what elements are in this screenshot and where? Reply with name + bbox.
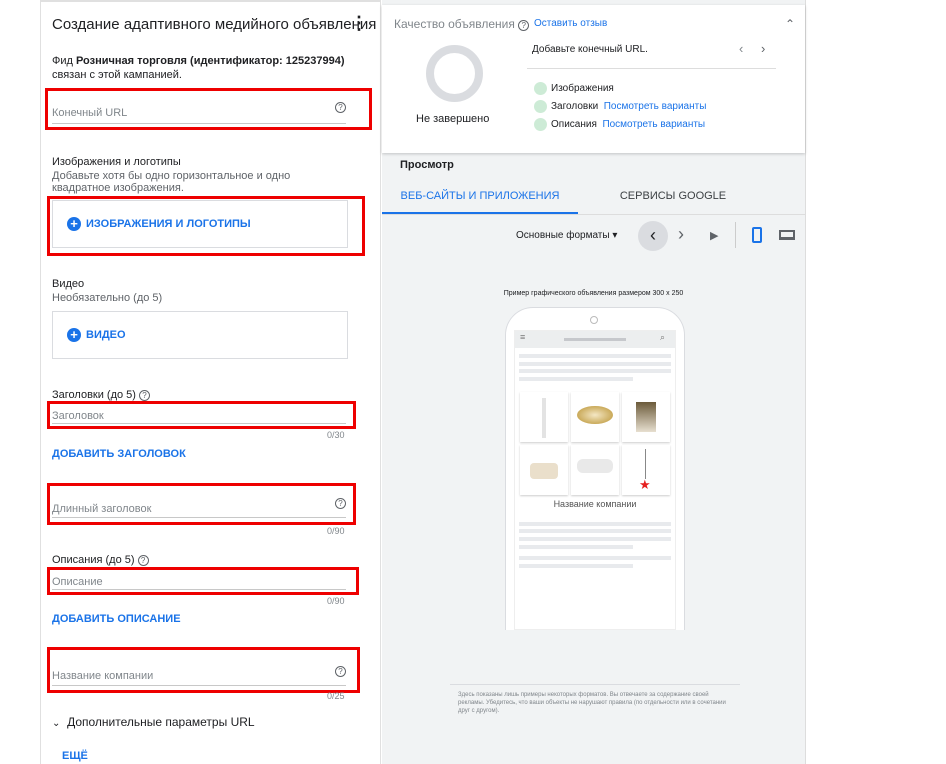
mobile-device-icon[interactable]: [752, 227, 762, 243]
preview-panel: Качество объявления ? Оставить отзыв ⌃ Н…: [382, 0, 806, 764]
status-dot-icon: [534, 117, 547, 131]
description-placeholder: Описание: [52, 576, 103, 588]
dropdown-arrow-icon: ▾: [612, 230, 618, 241]
long-headline-placeholder: Длинный заголовок: [52, 503, 152, 515]
more-button[interactable]: ЕЩЁ: [62, 750, 88, 762]
preview-title: Просмотр: [400, 159, 454, 171]
images-label: Изображения и логотипы: [52, 156, 181, 168]
status-dot-icon: [534, 99, 547, 113]
headline-count: 0/30: [327, 430, 345, 440]
description-count: 0/90: [327, 596, 345, 606]
help-icon[interactable]: ?: [335, 498, 346, 509]
product-image-wall-lamp: [571, 445, 619, 495]
quality-items: Изображения Заголовки Посмотреть вариант…: [534, 80, 706, 134]
mock-url-bar: [564, 338, 626, 341]
add-video-button[interactable]: + ВИДЕО: [52, 311, 348, 359]
add-video-label: ВИДЕО: [86, 328, 126, 341]
video-label: Видео: [52, 278, 85, 290]
product-image-track-light: [520, 392, 568, 442]
divider: [382, 214, 805, 215]
business-name-placeholder: Название компании: [52, 670, 154, 682]
help-icon[interactable]: ?: [137, 555, 149, 566]
business-name-input[interactable]: Название компании ?: [52, 664, 346, 686]
collapse-chevron-icon[interactable]: ⌃: [785, 17, 795, 31]
view-options-link[interactable]: Посмотреть варианты: [602, 119, 705, 130]
images-hint: Добавьте хотя бы одно горизонтальное и о…: [52, 170, 291, 194]
view-options-link[interactable]: Посмотреть варианты: [604, 101, 707, 112]
headline-input[interactable]: Заголовок: [52, 406, 346, 424]
preview-disclaimer: Здесь показаны лишь примеры некоторых фо…: [458, 692, 726, 714]
preview-caption: Пример графического объявления размером …: [503, 290, 684, 297]
quality-status: Не завершено: [416, 113, 490, 125]
add-description-button[interactable]: ДОБАВИТЬ ОПИСАНИЕ: [52, 613, 181, 625]
add-images-label: ИЗОБРАЖЕНИЯ И ЛОГОТИПЫ: [86, 217, 251, 230]
business-name-count: 0/25: [327, 691, 345, 701]
quality-ring: [426, 45, 483, 102]
desktop-device-icon[interactable]: [779, 230, 795, 240]
mock-toolbar: ≡ ⌕: [515, 331, 675, 348]
help-icon[interactable]: ?: [335, 102, 346, 113]
long-headline-count: 0/90: [327, 526, 345, 536]
url-options-toggle[interactable]: ⌄ Дополнительные параметры URL: [52, 715, 255, 729]
add-images-button[interactable]: + ИЗОБРАЖЕНИЯ И ЛОГОТИПЫ: [52, 200, 348, 248]
url-options-label: Дополнительные параметры URL: [67, 715, 255, 729]
quality-item-headlines: Заголовки Посмотреть варианты: [534, 98, 706, 116]
product-image-crystal-chandelier: [622, 392, 670, 442]
help-icon[interactable]: ?: [139, 390, 151, 401]
tab-google-services[interactable]: СЕРВИСЫ GOOGLE: [578, 180, 768, 214]
help-icon[interactable]: ?: [518, 20, 530, 31]
chevron-down-icon: ⌄: [52, 718, 61, 729]
phone-camera: [590, 316, 598, 324]
headlines-label: Заголовки (до 5) ?: [52, 389, 151, 401]
product-image-ceiling-lamp: [571, 392, 619, 442]
form-title: Создание адаптивного медийного объявлени…: [52, 16, 377, 33]
search-icon: ⌕: [660, 332, 666, 342]
status-dot-icon: [534, 81, 547, 95]
quality-title: Качество объявления ?: [394, 17, 530, 31]
tab-websites-apps[interactable]: ВЕБ-САЙТЫ И ПРИЛОЖЕНИЯ: [382, 180, 578, 214]
description-input[interactable]: Описание: [52, 572, 346, 590]
headline-placeholder: Заголовок: [52, 410, 104, 422]
more-options-icon[interactable]: ⋮: [350, 14, 368, 32]
chevron-left-icon[interactable]: ‹: [739, 41, 743, 56]
quality-card: Качество объявления ? Оставить отзыв ⌃ Н…: [382, 5, 805, 153]
quality-item-descriptions: Описания Посмотреть варианты: [534, 116, 706, 134]
product-image-chandelier: [520, 445, 568, 495]
play-icon[interactable]: ▶: [710, 229, 718, 242]
format-label: Основные форматы: [516, 230, 610, 241]
prev-format-button[interactable]: ‹: [638, 221, 668, 251]
final-url-placeholder: Конечный URL: [52, 107, 128, 119]
help-icon[interactable]: ?: [335, 666, 346, 677]
final-url-input[interactable]: Конечный URL ?: [52, 102, 346, 124]
divider: [735, 222, 736, 248]
phone-screen: ≡ ⌕ ★ Название компании: [514, 330, 676, 630]
chevron-right-icon[interactable]: ›: [761, 41, 765, 56]
format-dropdown[interactable]: Основные форматы ▾: [516, 230, 617, 241]
descriptions-label: Описания (до 5) ?: [52, 554, 149, 566]
quality-item-images: Изображения: [534, 80, 706, 98]
long-headline-input[interactable]: Длинный заголовок ?: [52, 498, 346, 518]
feedback-link[interactable]: Оставить отзыв: [534, 18, 607, 29]
ad-business-name: Название компании: [553, 499, 637, 509]
divider: [527, 68, 776, 69]
phone-mockup: ≡ ⌕ ★ Название компании: [505, 307, 685, 630]
product-image-star-pendant: ★: [622, 445, 670, 495]
plus-icon: +: [67, 328, 81, 342]
video-hint: Необязательно (до 5): [52, 292, 163, 304]
ad-form-panel: Создание адаптивного медийного объявлени…: [40, 0, 381, 764]
feed-notice: Фид Розничная торговля (идентификатор: 1…: [52, 55, 345, 81]
plus-icon: +: [67, 217, 81, 231]
quality-tip: Добавьте конечный URL.: [532, 44, 648, 55]
add-headline-button[interactable]: ДОБАВИТЬ ЗАГОЛОВОК: [52, 448, 186, 460]
menu-icon: ≡: [520, 332, 526, 342]
divider: [450, 684, 740, 685]
next-format-button[interactable]: ›: [678, 224, 684, 245]
